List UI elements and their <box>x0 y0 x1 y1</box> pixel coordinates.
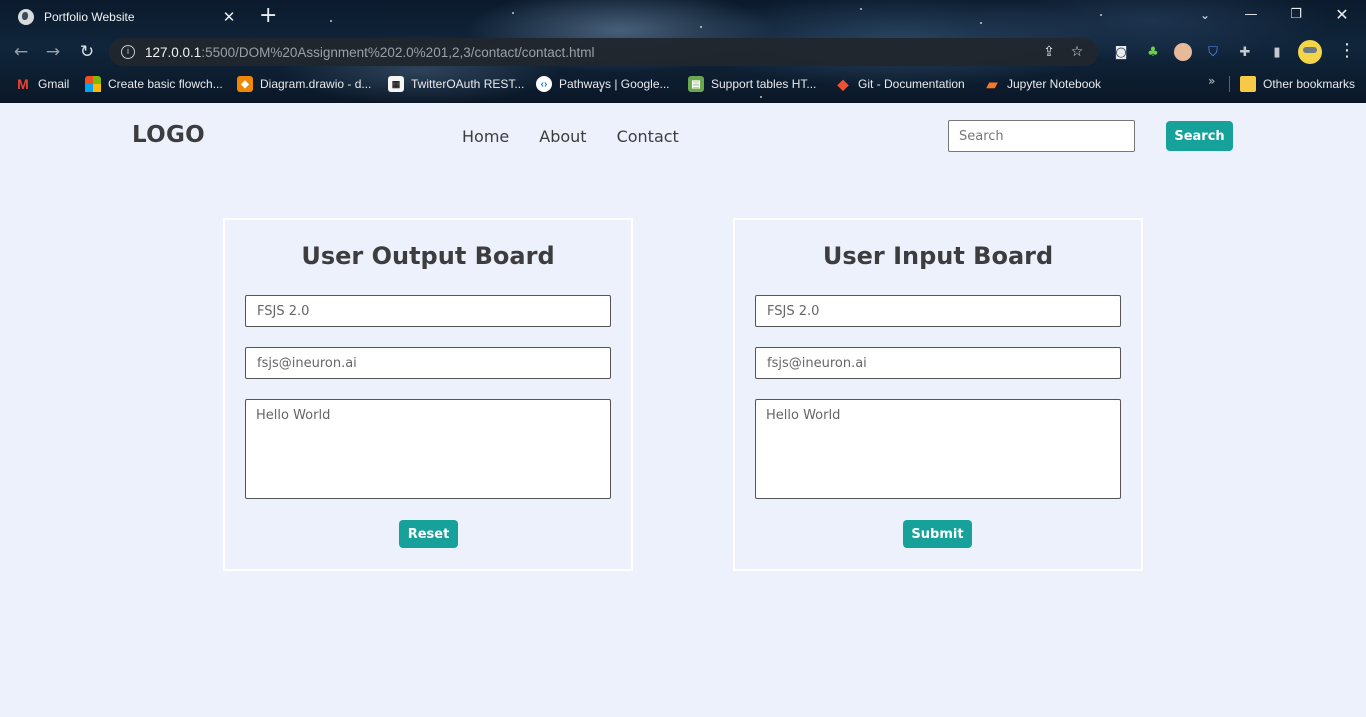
reload-icon[interactable]: ↻ <box>76 41 98 63</box>
jupyter-icon: ▰ <box>986 75 998 92</box>
bookmark-pathways[interactable]: ‹› Pathways | Google... <box>536 74 670 94</box>
bookmark-support-tables[interactable]: ▤ Support tables HT... <box>688 74 816 94</box>
other-bookmarks-label: Other bookmarks <box>1263 77 1356 91</box>
output-board-title: User Output Board <box>301 242 555 270</box>
other-bookmarks[interactable]: Other bookmarks <box>1240 74 1355 94</box>
extensions-puzzle-icon[interactable]: ✚ <box>1234 41 1256 63</box>
tree-extension-icon[interactable]: ♣ <box>1142 41 1164 63</box>
bookmark-label: Jupyter Notebook <box>1007 77 1102 91</box>
search-button[interactable]: Search <box>1166 121 1233 151</box>
submit-button[interactable]: Submit <box>903 520 972 548</box>
minimize-icon[interactable]: — <box>1236 4 1266 26</box>
git-icon: ◆ <box>837 75 849 92</box>
restore-icon[interactable]: ❐ <box>1281 4 1311 26</box>
drawio-icon: ◆ <box>237 76 253 92</box>
extensions-area: ◙ ♣ ⛉ ✚ ▮ <box>1110 40 1322 64</box>
bookmark-label: Support tables HT... <box>711 77 817 91</box>
nav-home-link[interactable]: Home <box>462 127 509 146</box>
url-path: :5500/DOM%20Assignment%202.0%201,2,3/con… <box>201 44 595 60</box>
side-panel-icon[interactable]: ▮ <box>1266 41 1288 63</box>
page-content: LOGO Home About Contact Search User Outp… <box>0 103 1366 717</box>
bookmarks-bar: M Gmail Create basic flowch... ◆ Diagram… <box>0 74 1366 96</box>
bookmark-label: Gmail <box>38 77 70 91</box>
user-output-board: User Output Board Reset <box>223 218 633 571</box>
output-email-field[interactable] <box>245 347 611 379</box>
menu-kebab-icon[interactable]: ⋮ <box>1337 40 1357 61</box>
tab-search-icon[interactable]: ⌄ <box>1190 4 1220 26</box>
gmail-icon: M <box>17 76 29 92</box>
bookmark-label: Pathways | Google... <box>559 77 670 91</box>
globe-icon <box>18 8 34 25</box>
nav-contact-link[interactable]: Contact <box>617 127 679 146</box>
folder-icon <box>1240 76 1256 92</box>
camera-icon[interactable]: ◙ <box>1110 41 1132 63</box>
browser-chrome: Portfolio Website ✕ + ⌄ — ❐ ✕ ← → ↻ i 12… <box>0 0 1366 103</box>
bookmarks-divider <box>1229 76 1230 92</box>
logo: LOGO <box>132 122 206 148</box>
profile-avatar[interactable] <box>1298 40 1322 64</box>
close-tab-icon[interactable]: ✕ <box>220 8 238 26</box>
bookmark-flowchart[interactable]: Create basic flowch... <box>85 74 223 94</box>
more-bookmarks-icon[interactable]: » <box>1208 74 1215 88</box>
new-tab-icon[interactable]: + <box>259 4 277 28</box>
address-bar[interactable]: i 127.0.0.1:5500/DOM%20Assignment%202.0%… <box>109 38 1098 66</box>
bookmark-star-icon[interactable]: ☆ <box>1068 44 1086 60</box>
browser-tab[interactable]: Portfolio Website ✕ <box>8 0 248 33</box>
tab-title: Portfolio Website <box>44 9 135 24</box>
bookmark-label: Create basic flowch... <box>108 77 223 91</box>
bookmark-label: Git - Documentation <box>858 77 965 91</box>
pathways-icon: ‹› <box>536 76 552 92</box>
input-message-field[interactable] <box>755 399 1121 499</box>
qr-icon: ▦ <box>388 76 404 92</box>
microsoft-icon <box>85 76 101 92</box>
bookmark-git[interactable]: ◆ Git - Documentation <box>835 74 965 94</box>
search-input[interactable] <box>948 120 1135 152</box>
forward-icon[interactable]: → <box>42 41 64 63</box>
bookmark-label: TwitterOAuth REST... <box>411 77 525 91</box>
bookmark-drawio[interactable]: ◆ Diagram.drawio - d... <box>237 74 371 94</box>
nav-about-link[interactable]: About <box>539 127 586 146</box>
input-board-title: User Input Board <box>822 242 1054 270</box>
input-name-field[interactable] <box>755 295 1121 327</box>
output-name-field[interactable] <box>245 295 611 327</box>
input-email-field[interactable] <box>755 347 1121 379</box>
support-icon: ▤ <box>688 76 704 92</box>
site-info-icon[interactable]: i <box>121 45 135 59</box>
main-nav: Home About Contact <box>462 127 679 146</box>
user-input-board: User Input Board Submit <box>733 218 1143 571</box>
bookmark-label: Diagram.drawio - d... <box>260 77 372 91</box>
bookmark-twitteroauth[interactable]: ▦ TwitterOAuth REST... <box>388 74 524 94</box>
shield-icon[interactable]: ⛉ <box>1202 41 1224 63</box>
output-message-field[interactable] <box>245 399 611 499</box>
bookmark-jupyter[interactable]: ▰ Jupyter Notebook <box>984 74 1101 94</box>
url-host: 127.0.0.1 <box>145 44 202 60</box>
site-header: LOGO Home About Contact Search <box>0 103 1366 169</box>
bookmark-gmail[interactable]: M Gmail <box>15 74 69 94</box>
close-window-icon[interactable]: ✕ <box>1327 4 1357 26</box>
url-text[interactable]: 127.0.0.1:5500/DOM%20Assignment%202.0%20… <box>145 45 1030 60</box>
back-icon[interactable]: ← <box>10 41 32 63</box>
face-extension-icon[interactable] <box>1174 43 1192 61</box>
reset-button[interactable]: Reset <box>399 520 458 548</box>
share-icon[interactable]: ⇪ <box>1040 44 1058 60</box>
